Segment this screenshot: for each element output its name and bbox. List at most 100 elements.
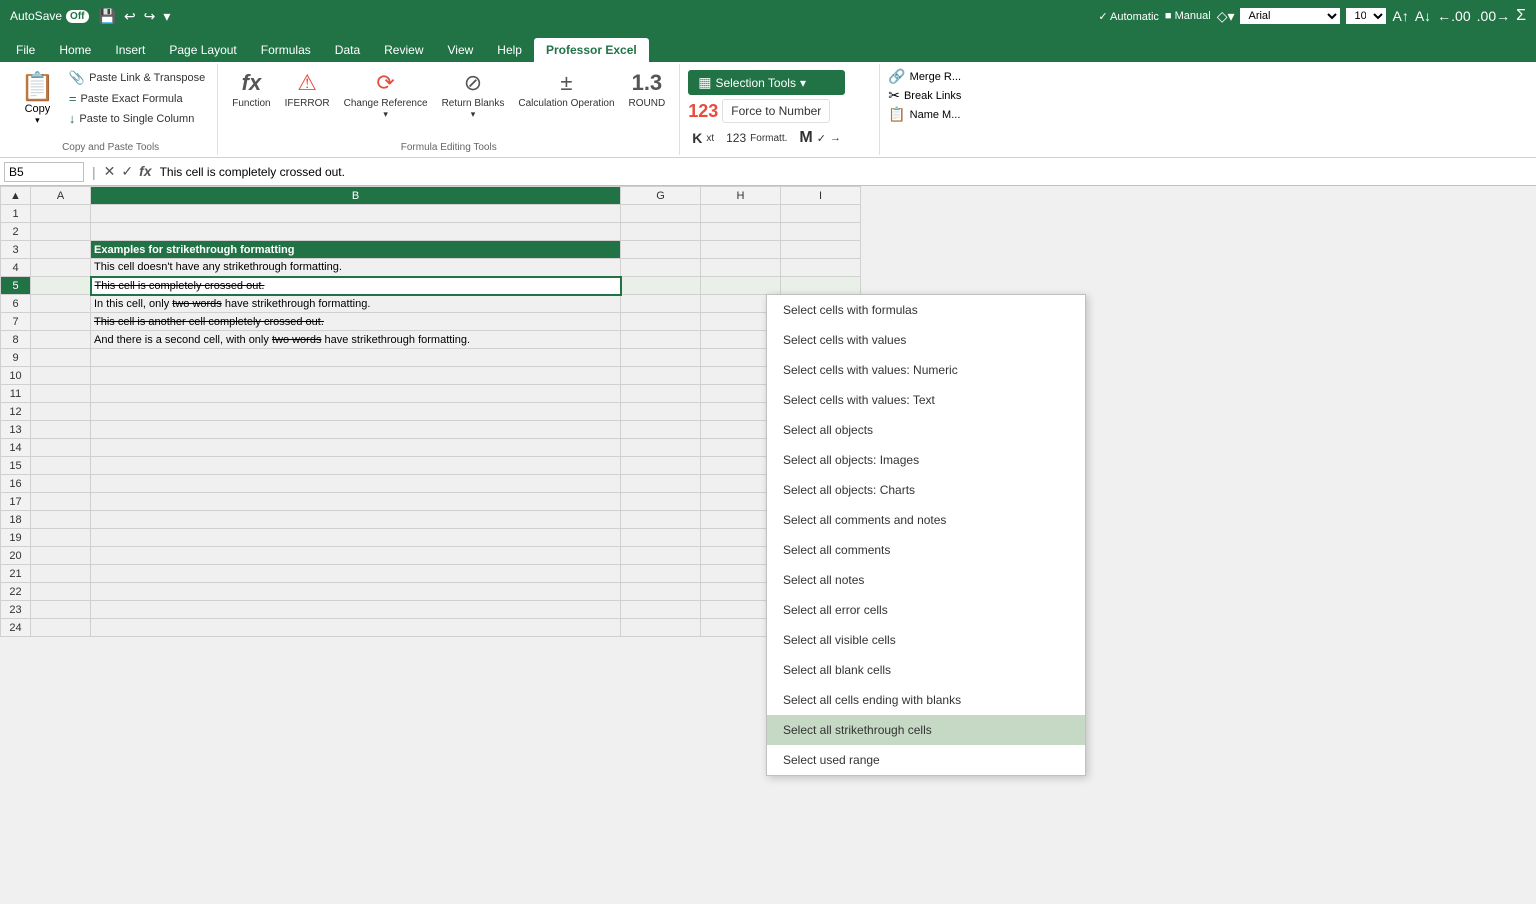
cell-i1[interactable]	[781, 205, 861, 223]
font-size-selector[interactable]: 10	[1346, 8, 1386, 24]
cell-a4[interactable]	[31, 259, 91, 277]
formula-input[interactable]	[156, 163, 1532, 181]
cell-h2[interactable]	[701, 223, 781, 241]
dropdown-item-comments-notes[interactable]: Select all comments and notes	[767, 505, 1085, 535]
cell-b3[interactable]: Examples for strikethrough formatting	[91, 241, 621, 259]
cell-g2[interactable]	[621, 223, 701, 241]
cell-b23[interactable]	[91, 601, 621, 619]
cell-g22[interactable]	[621, 583, 701, 601]
iferror-button[interactable]: ⚠ IFERROR	[279, 66, 336, 113]
function-bar-icon[interactable]: fx	[139, 163, 151, 180]
undo-icon[interactable]: ↩	[124, 8, 136, 25]
cell-b21[interactable]	[91, 565, 621, 583]
cell-i2[interactable]	[781, 223, 861, 241]
sum-icon[interactable]: Σ	[1516, 7, 1526, 25]
cell-g11[interactable]	[621, 385, 701, 403]
cell-g17[interactable]	[621, 493, 701, 511]
cell-b12[interactable]	[91, 403, 621, 421]
cell-b19[interactable]	[91, 529, 621, 547]
cell-b16[interactable]	[91, 475, 621, 493]
save-icon[interactable]: 💾	[99, 8, 116, 25]
cell-b5[interactable]: This cell is completely crossed out.	[91, 277, 621, 295]
cell-g14[interactable]	[621, 439, 701, 457]
cell-g19[interactable]	[621, 529, 701, 547]
cell-b17[interactable]	[91, 493, 621, 511]
redo-icon[interactable]: ↪	[144, 8, 156, 25]
diamond-icon[interactable]: ◇▾	[1217, 8, 1235, 25]
cell-b4[interactable]: This cell doesn't have any strikethrough…	[91, 259, 621, 277]
dropdown-item-error-cells[interactable]: Select all error cells	[767, 595, 1085, 625]
text-tool-button[interactable]: K xt	[688, 127, 718, 149]
tab-formulas[interactable]: Formulas	[249, 38, 323, 62]
quick-access-icon[interactable]: ▾	[163, 8, 170, 25]
cell-b14[interactable]	[91, 439, 621, 457]
cell-g6[interactable]	[621, 295, 701, 313]
dropdown-item-objects-charts[interactable]: Select all objects: Charts	[767, 475, 1085, 505]
cell-h5[interactable]	[701, 277, 781, 295]
name-m-button[interactable]: Name M...	[910, 109, 961, 121]
cell-a17[interactable]	[31, 493, 91, 511]
cell-b11[interactable]	[91, 385, 621, 403]
cell-a8[interactable]	[31, 331, 91, 349]
dropdown-item-strikethrough[interactable]: Select all strikethrough cells	[767, 715, 1085, 745]
cell-g12[interactable]	[621, 403, 701, 421]
cell-i4[interactable]	[781, 259, 861, 277]
copy-dropdown-arrow[interactable]: ▾	[35, 115, 40, 126]
break-links-button[interactable]: Break Links	[904, 90, 961, 102]
dropdown-item-comments[interactable]: Select all comments	[767, 535, 1085, 565]
cell-a9[interactable]	[31, 349, 91, 367]
cell-b10[interactable]	[91, 367, 621, 385]
dropdown-item-objects[interactable]: Select all objects	[767, 415, 1085, 445]
cell-b15[interactable]	[91, 457, 621, 475]
dropdown-item-blank-cells[interactable]: Select all blank cells	[767, 655, 1085, 685]
cell-a22[interactable]	[31, 583, 91, 601]
cell-g9[interactable]	[621, 349, 701, 367]
tab-home[interactable]: Home	[47, 38, 103, 62]
cell-a24[interactable]	[31, 619, 91, 637]
function-button[interactable]: fx Function	[226, 66, 276, 113]
cell-g13[interactable]	[621, 421, 701, 439]
cell-a16[interactable]	[31, 475, 91, 493]
increase-decimal-icon[interactable]: .00→	[1477, 8, 1510, 24]
cell-reference-box[interactable]	[4, 162, 84, 182]
cell-a23[interactable]	[31, 601, 91, 619]
col-header-a[interactable]: A	[31, 187, 91, 205]
cell-b2[interactable]	[91, 223, 621, 241]
cell-a11[interactable]	[31, 385, 91, 403]
cell-b18[interactable]	[91, 511, 621, 529]
tab-review[interactable]: Review	[372, 38, 435, 62]
cell-h1[interactable]	[701, 205, 781, 223]
confirm-formula-icon[interactable]: ✓	[121, 163, 133, 180]
cell-g15[interactable]	[621, 457, 701, 475]
cell-i5[interactable]	[781, 277, 861, 295]
cell-g7[interactable]	[621, 313, 701, 331]
dropdown-item-ending-blanks[interactable]: Select all cells ending with blanks	[767, 685, 1085, 715]
tab-page-layout[interactable]: Page Layout	[157, 38, 248, 62]
cell-h4[interactable]	[701, 259, 781, 277]
dropdown-item-values-numeric[interactable]: Select cells with values: Numeric	[767, 355, 1085, 385]
col-header-h[interactable]: H	[701, 187, 781, 205]
cell-a10[interactable]	[31, 367, 91, 385]
cell-i3[interactable]	[781, 241, 861, 259]
cell-g1[interactable]	[621, 205, 701, 223]
cell-a20[interactable]	[31, 547, 91, 565]
cell-a15[interactable]	[31, 457, 91, 475]
cell-g21[interactable]	[621, 565, 701, 583]
change-reference-button[interactable]: ⟳ Change Reference ▾	[338, 66, 434, 124]
tab-view[interactable]: View	[436, 38, 486, 62]
cell-b6[interactable]: In this cell, only two words have strike…	[91, 295, 621, 313]
cell-g18[interactable]	[621, 511, 701, 529]
cell-b9[interactable]	[91, 349, 621, 367]
cell-g24[interactable]	[621, 619, 701, 637]
tab-professor-excel[interactable]: Professor Excel	[534, 38, 649, 62]
return-blanks-button[interactable]: ⊘ Return Blanks ▾	[436, 66, 511, 124]
merge-button[interactable]: Merge R...	[910, 71, 961, 83]
col-header-g[interactable]: G	[621, 187, 701, 205]
tab-data[interactable]: Data	[323, 38, 372, 62]
format-tool-button[interactable]: 123 Formatt.	[722, 127, 791, 149]
cell-b20[interactable]	[91, 547, 621, 565]
dropdown-item-objects-images[interactable]: Select all objects: Images	[767, 445, 1085, 475]
cell-b24[interactable]	[91, 619, 621, 637]
cell-a18[interactable]	[31, 511, 91, 529]
cell-b7[interactable]: This cell is another cell completely cro…	[91, 313, 621, 331]
